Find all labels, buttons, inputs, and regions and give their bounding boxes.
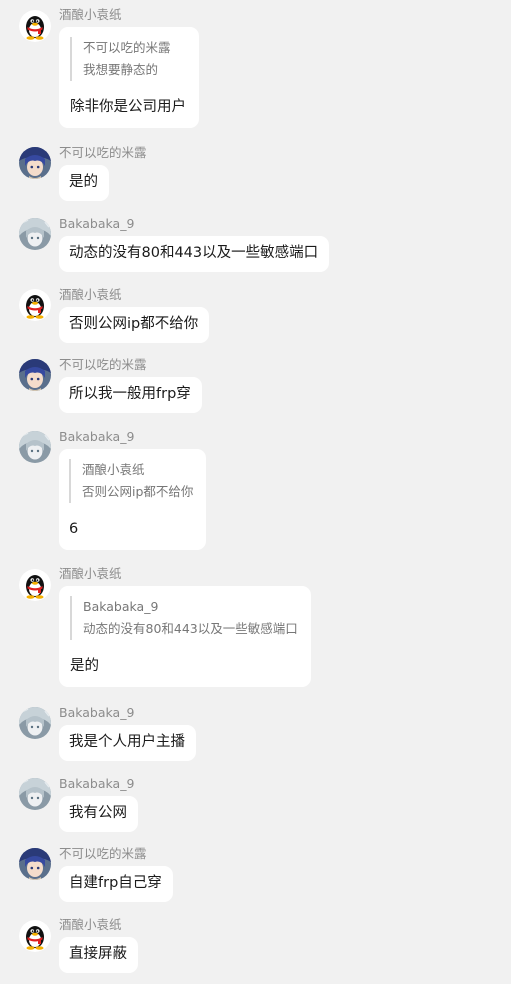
message-text: 是的 [70,658,99,674]
silver-hair-avatar-icon[interactable] [19,778,51,810]
quoted-sender: 不可以吃的米露 [83,40,171,55]
message-bubble[interactable]: Bakabaka_9 动态的没有80和443以及一些敏感端口 是的 [59,586,311,687]
message-text: 自建frp自己穿 [69,875,162,891]
silver-hair-avatar-icon[interactable] [19,707,51,739]
message-bubble[interactable]: 所以我一般用frp穿 [59,377,202,413]
message-bubble[interactable]: 自建frp自己穿 [59,866,173,902]
message-text: 否则公网ip都不给你 [69,316,199,332]
message-bubble[interactable]: 是的 [59,165,109,201]
message-bubble[interactable]: 我有公网 [59,796,138,832]
quoted-reply[interactable]: 酒酿小袁纸 否则公网ip都不给你 [69,459,193,503]
message-text: 我是个人用户主播 [69,734,185,750]
message-text: 除非你是公司用户 [70,99,186,115]
blue-hair-avatar-icon[interactable] [19,147,51,179]
sender-name: 酒酿小袁纸 [59,287,122,302]
message-text: 是的 [69,174,98,190]
quoted-text: 动态的没有80和443以及一些敏感端口 [83,621,298,636]
silver-hair-avatar-icon[interactable] [19,218,51,250]
message-text: 直接屏蔽 [69,946,127,962]
quoted-sender: Bakabaka_9 [83,599,159,614]
message-bubble[interactable]: 动态的没有80和443以及一些敏感端口 [59,236,330,272]
message-bubble[interactable]: 酒酿小袁纸 否则公网ip都不给你 6 [59,449,207,550]
sender-name: 不可以吃的米露 [59,846,147,861]
sender-name: Bakabaka_9 [59,705,135,720]
quoted-reply[interactable]: 不可以吃的米露 我想要静态的 [70,37,186,81]
message-bubble[interactable]: 直接屏蔽 [59,937,138,973]
qq-penguin-icon[interactable] [19,10,51,42]
message-text: 我有公网 [69,805,127,821]
message-text: 6 [69,521,79,537]
sender-name: 不可以吃的米露 [59,145,147,160]
qq-penguin-icon[interactable] [19,920,51,952]
blue-hair-avatar-icon[interactable] [19,848,51,880]
sender-name: 酒酿小袁纸 [59,566,122,581]
quoted-reply[interactable]: Bakabaka_9 动态的没有80和443以及一些敏感端口 [70,596,298,640]
quoted-sender: 酒酿小袁纸 [82,462,145,477]
chat-message-list[interactable]: 酒酿小袁纸 不可以吃的米露 我想要静态的 除非你是公司用户 不可以吃的米露 是的 [0,0,511,984]
sender-name: 酒酿小袁纸 [59,917,122,932]
blue-hair-avatar-icon[interactable] [19,359,51,391]
sender-name: Bakabaka_9 [59,216,135,231]
sender-name: Bakabaka_9 [59,776,135,791]
message-bubble[interactable]: 否则公网ip都不给你 [59,307,210,343]
quoted-text: 否则公网ip都不给你 [82,484,194,499]
message-text: 动态的没有80和443以及一些敏感端口 [69,245,319,261]
qq-penguin-icon[interactable] [19,289,51,321]
message-bubble[interactable]: 不可以吃的米露 我想要静态的 除非你是公司用户 [59,27,199,128]
message-text: 所以我一般用frp穿 [69,386,191,402]
silver-hair-avatar-icon[interactable] [19,431,51,463]
sender-name: 酒酿小袁纸 [59,7,122,22]
sender-name: 不可以吃的米露 [59,357,147,372]
message-bubble[interactable]: 我是个人用户主播 [59,725,196,761]
sender-name: Bakabaka_9 [59,429,135,444]
qq-penguin-icon[interactable] [19,569,51,601]
quoted-text: 我想要静态的 [83,62,159,77]
